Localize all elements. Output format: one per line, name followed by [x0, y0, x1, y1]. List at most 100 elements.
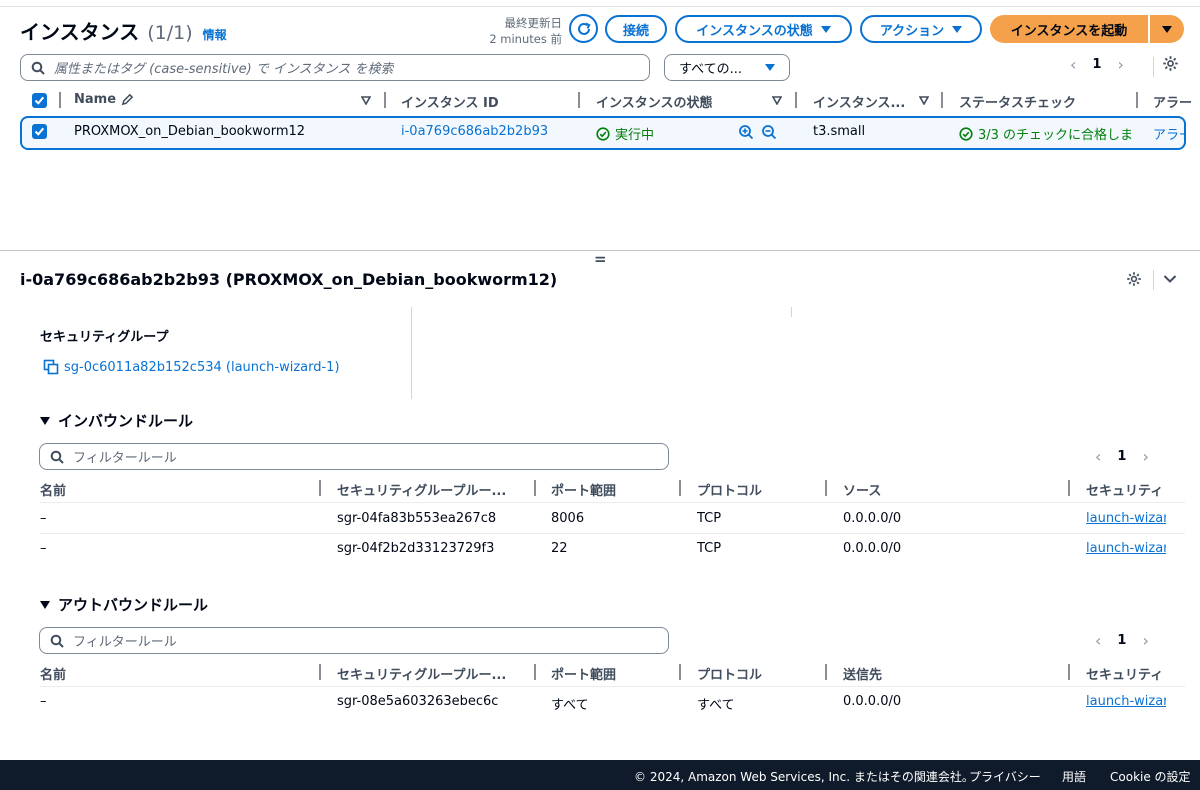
status-check: 3/3 のチェックに合格しま — [959, 124, 1139, 143]
chevron-right-icon[interactable]: › — [1142, 631, 1148, 650]
footer-privacy-link[interactable]: プライバシー — [969, 768, 1041, 785]
chevron-right-icon[interactable]: › — [1117, 55, 1123, 74]
instance-search-input[interactable]: 属性またはタグ (case-sensitive) で インスタンス を検索 — [20, 54, 650, 81]
sort-icon[interactable] — [361, 96, 371, 105]
connect-button[interactable]: 接続 — [605, 15, 667, 43]
checkmark-icon — [34, 96, 45, 105]
column-separator — [59, 92, 61, 108]
alarm-link[interactable]: アラー — [1153, 124, 1185, 143]
column-header-instance-type[interactable]: インスタンス... — [813, 92, 905, 111]
footer-terms-link[interactable]: 用語 — [1062, 768, 1086, 785]
column-separator — [941, 92, 943, 108]
actions-button[interactable]: アクション — [860, 15, 982, 43]
column-separator — [679, 480, 681, 496]
detail-preferences-button[interactable] — [1126, 271, 1142, 291]
inbound-column-name[interactable]: 名前 — [40, 480, 66, 499]
inbound-rules-title: インバウンドルール — [58, 412, 194, 430]
split-drag-handle[interactable]: = — [594, 250, 607, 268]
actions-button-label: アクション — [879, 23, 945, 39]
filter-select[interactable]: すべての... — [664, 54, 790, 81]
rule-name: – — [40, 511, 47, 526]
footer: © 2024, Amazon Web Services, Inc. またはその関… — [0, 760, 1200, 790]
footer-cookie-link[interactable]: Cookie の設定 — [1110, 768, 1191, 785]
security-group-link[interactable]: sg-0c6011a82b152c534 (launch-wizard-1) — [43, 359, 340, 375]
outbound-pager: ‹ 1 › — [1095, 631, 1149, 650]
outbound-filter-input[interactable]: フィルタールール — [39, 627, 669, 654]
rule-name: – — [40, 541, 47, 556]
copy-icon[interactable] — [43, 359, 59, 375]
inbound-column-port[interactable]: ポート範囲 — [551, 480, 616, 499]
outbound-column-name[interactable]: 名前 — [40, 664, 66, 683]
rule-destination: 0.0.0.0/0 — [843, 694, 902, 709]
page-number[interactable]: 1 — [1117, 633, 1126, 648]
page-title: インスタンス — [20, 20, 140, 44]
chevron-left-icon[interactable]: ‹ — [1070, 55, 1076, 74]
footer-copyright: © 2024, Amazon Web Services, Inc. またはその関… — [634, 770, 974, 784]
column-separator — [825, 664, 827, 680]
inbound-pager: ‹ 1 › — [1095, 447, 1149, 466]
column-header-name[interactable]: Name — [74, 92, 134, 107]
launch-instance-button[interactable]: インスタンスを起動 — [990, 15, 1148, 43]
security-group-link-label[interactable]: sg-0c6011a82b152c534 (launch-wizard-1) — [64, 360, 340, 375]
outbound-rules-toggle[interactable]: アウトバウンドルール — [40, 594, 208, 615]
column-header-label: Name — [74, 92, 117, 107]
instance-type: t3.small — [813, 124, 866, 139]
search-placeholder: 属性またはタグ (case-sensitive) で インスタンス を検索 — [54, 62, 394, 77]
rule-id: sgr-08e5a603263ebec6c — [337, 694, 499, 709]
rule-security-group-link[interactable]: launch-wizar — [1086, 541, 1166, 556]
caret-down-icon — [40, 416, 50, 425]
row-checkbox[interactable] — [32, 124, 47, 139]
column-separator — [578, 92, 580, 108]
outbound-column-protocol[interactable]: プロトコル — [697, 664, 762, 683]
caret-down-icon — [952, 25, 963, 33]
outbound-column-security-group[interactable]: セキュリティ — [1086, 664, 1163, 683]
sort-icon[interactable] — [919, 96, 929, 105]
zoom-out-icon[interactable] — [761, 124, 777, 140]
detail-title: i-0a769c686ab2b2b93 (PROXMOX_on_Debian_b… — [20, 270, 558, 289]
instance-id-link[interactable]: i-0a769c686ab2b2b93 — [401, 124, 548, 139]
rule-security-group-link[interactable]: launch-wizar — [1086, 694, 1166, 709]
sort-icon[interactable] — [772, 96, 782, 105]
search-icon — [50, 450, 64, 464]
outbound-column-port[interactable]: ポート範囲 — [551, 664, 616, 683]
refresh-icon — [577, 22, 591, 35]
chevron-left-icon[interactable]: ‹ — [1095, 447, 1101, 466]
inbound-filter-placeholder: フィルタールール — [73, 451, 177, 466]
caret-down-icon — [765, 64, 775, 71]
connect-button-label: 接続 — [622, 23, 649, 39]
last-updated-value: 2 minutes 前 — [489, 32, 562, 46]
edit-pencil-icon — [121, 93, 134, 106]
chevron-down-icon[interactable] — [1163, 274, 1177, 284]
rule-port: 22 — [551, 541, 568, 556]
inbound-column-security-group[interactable]: セキュリティ — [1086, 480, 1163, 499]
zoom-in-icon[interactable] — [738, 124, 754, 140]
launch-dropdown-button[interactable] — [1150, 15, 1184, 43]
info-link[interactable]: 情報 — [203, 26, 227, 43]
search-icon — [31, 61, 45, 75]
preferences-button[interactable] — [1162, 55, 1179, 76]
vertical-divider — [411, 307, 412, 399]
row-divider — [40, 533, 1185, 534]
inbound-rules-toggle[interactable]: インバウンドルール — [40, 410, 193, 431]
outbound-column-destination[interactable]: 送信先 — [843, 664, 882, 683]
page-number[interactable]: 1 — [1092, 57, 1101, 72]
column-header-instance-id[interactable]: インスタンス ID — [401, 92, 499, 111]
column-header-status-check[interactable]: ステータスチェック — [959, 92, 1076, 111]
inbound-filter-input[interactable]: フィルタールール — [39, 443, 669, 470]
instance-state-button[interactable]: インスタンスの状態 — [675, 15, 852, 43]
refresh-button[interactable] — [569, 14, 598, 43]
rule-port: 8006 — [551, 511, 585, 526]
inbound-column-source[interactable]: ソース — [843, 480, 881, 499]
inbound-column-rule-id[interactable]: セキュリティグループルー... — [337, 480, 506, 499]
select-all-checkbox[interactable] — [32, 93, 47, 108]
page-number[interactable]: 1 — [1117, 449, 1126, 464]
rule-security-group-link[interactable]: launch-wizar — [1086, 511, 1166, 526]
chevron-right-icon[interactable]: › — [1142, 447, 1148, 466]
column-header-alarm[interactable]: アラー — [1153, 92, 1192, 111]
chevron-left-icon[interactable]: ‹ — [1095, 631, 1101, 650]
outbound-column-rule-id[interactable]: セキュリティグループルー... — [337, 664, 506, 683]
instance-state-label: 実行中 — [615, 128, 655, 143]
inbound-column-protocol[interactable]: プロトコル — [697, 480, 762, 499]
column-header-instance-state[interactable]: インスタンスの状態 — [596, 92, 712, 111]
rule-id: sgr-04f2b2d33123729f3 — [337, 541, 495, 556]
